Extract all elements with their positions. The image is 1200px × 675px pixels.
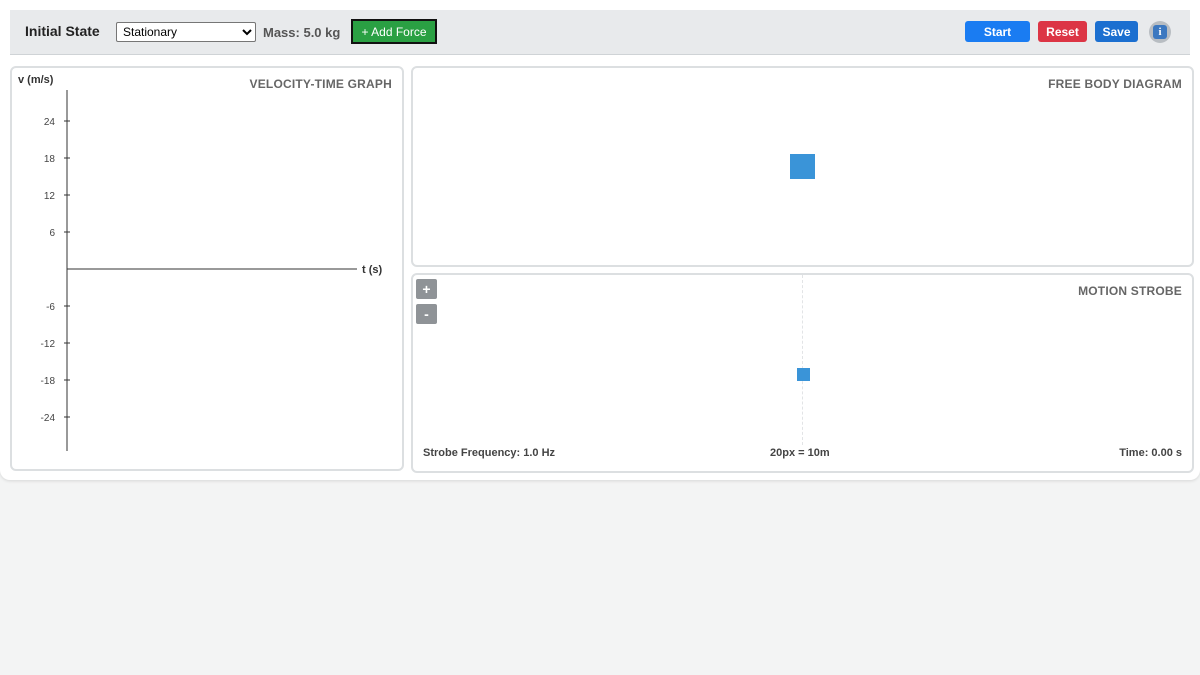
zoom-out-button[interactable]: - (416, 304, 437, 324)
y-tick-label: -24 (41, 413, 56, 424)
toolbar-title: Initial State (25, 23, 100, 39)
fbd-title: FREE BODY DIAGRAM (1048, 77, 1182, 91)
initial-state-select[interactable]: Stationary (116, 22, 256, 42)
y-tick-label: 6 (49, 228, 55, 239)
toolbar: Initial State Stationary Mass: 5.0 kg + … (10, 10, 1190, 55)
strobe-center-line (802, 275, 803, 445)
y-tick-label: -18 (41, 376, 56, 387)
app-container: Initial State Stationary Mass: 5.0 kg + … (0, 0, 1200, 480)
y-tick-label: 12 (44, 191, 56, 202)
y-tick-label: -6 (46, 302, 55, 313)
info-icon: i (1153, 25, 1167, 39)
y-axis-label: v (m/s) (18, 74, 54, 86)
y-ticks: 24 18 12 6 -6 -12 -18 -24 (41, 117, 70, 424)
x-axis-label: t (s) (362, 264, 383, 276)
strobe-block (797, 368, 810, 381)
save-button[interactable]: Save (1095, 21, 1138, 42)
start-button[interactable]: Start (965, 21, 1030, 42)
strobe-title: MOTION STROBE (1078, 284, 1182, 298)
strobe-frequency-label: Strobe Frequency: 1.0 Hz (423, 447, 556, 459)
velocity-time-graph-panel: VELOCITY-TIME GRAPH v (m/s) t (s) 24 18 12… (10, 66, 404, 471)
free-body-diagram-panel: FREE BODY DIAGRAM (411, 66, 1194, 267)
fbd-block[interactable] (790, 154, 815, 179)
velocity-time-graph: v (m/s) t (s) 24 18 12 6 -6 -12 -18 -24 (18, 74, 383, 451)
mass-label: Mass: 5.0 kg (263, 25, 341, 40)
strobe-scale-label: 20px = 10m (770, 447, 830, 459)
add-force-button[interactable]: + Add Force (351, 19, 437, 44)
y-tick-label: -12 (41, 339, 56, 350)
y-tick-label: 18 (44, 154, 56, 165)
info-button[interactable]: i (1149, 21, 1171, 43)
motion-strobe-panel: + - MOTION STROBE Strobe Frequency: 1.0 … (411, 273, 1194, 473)
strobe-time-label: Time: 0.00 s (1119, 447, 1182, 459)
y-tick-label: 24 (44, 117, 56, 128)
reset-button[interactable]: Reset (1038, 21, 1087, 42)
zoom-in-button[interactable]: + (416, 279, 437, 299)
